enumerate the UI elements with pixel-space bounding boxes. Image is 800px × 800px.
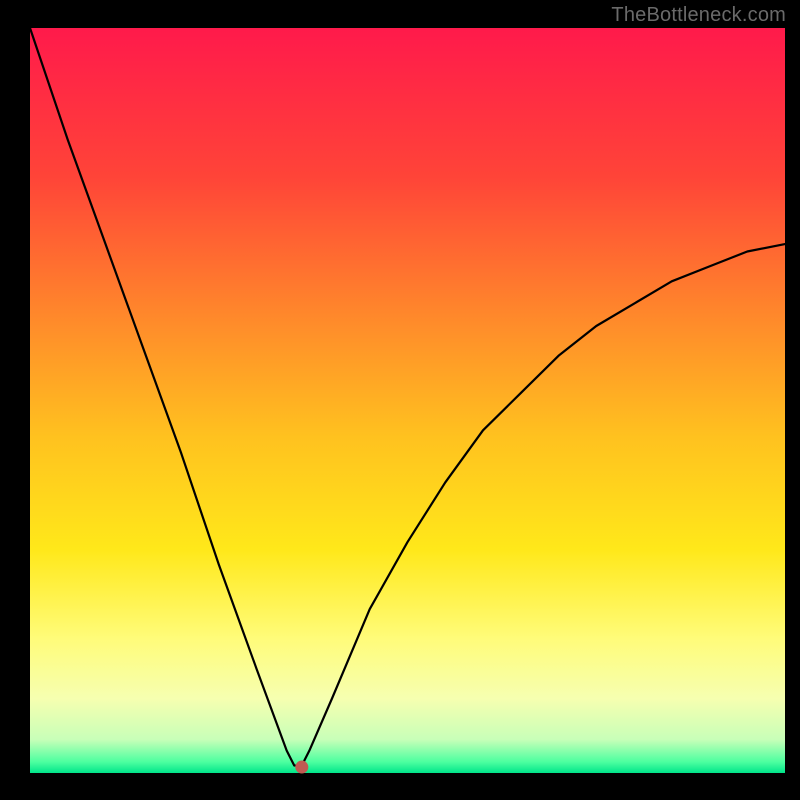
plot-background: [30, 28, 785, 773]
watermark-text: TheBottleneck.com: [611, 4, 786, 27]
min-marker-dot: [295, 761, 308, 774]
bottleneck-chart: [0, 0, 800, 800]
chart-container: TheBottleneck.com: [0, 0, 800, 800]
